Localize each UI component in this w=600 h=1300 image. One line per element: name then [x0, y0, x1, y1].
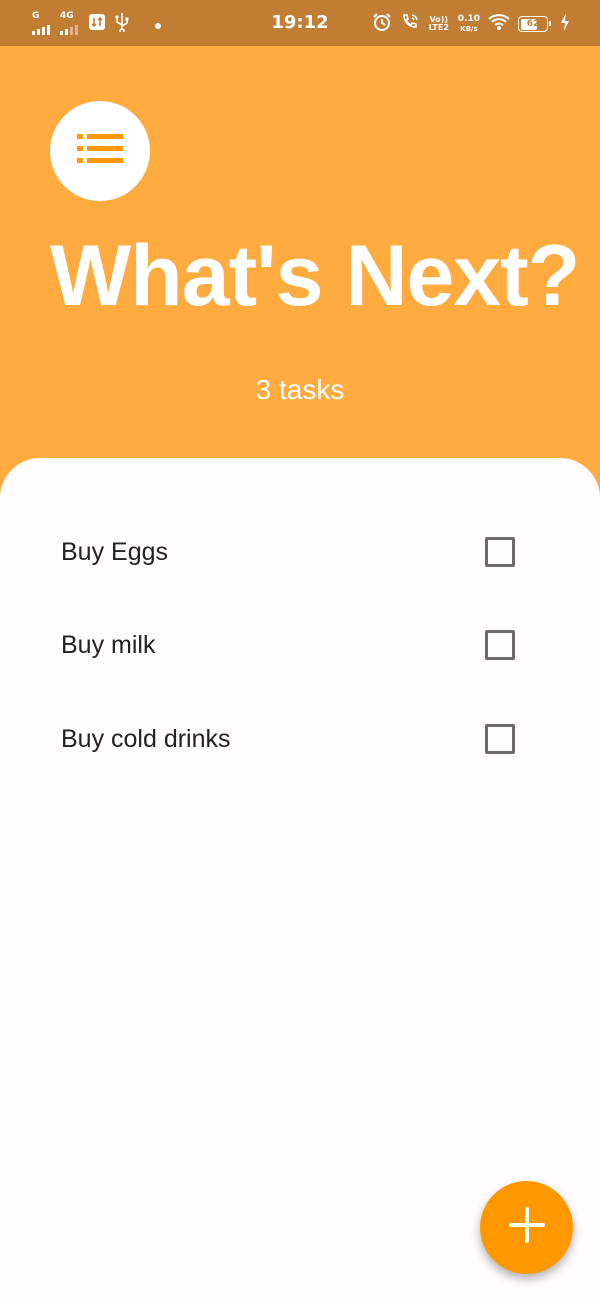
task-checkbox[interactable]	[485, 537, 515, 567]
task-list-card: Buy Eggs Buy milk Buy cold drinks	[0, 458, 600, 1300]
status-bar-right: Vo)) LTE2 0.10 KB/s 62	[372, 12, 570, 36]
list-icon	[77, 133, 123, 169]
task-checkbox[interactable]	[485, 724, 515, 754]
task-label: Buy Eggs	[61, 538, 169, 566]
add-icon	[508, 1206, 546, 1249]
task-count: 3 tasks	[255, 374, 345, 405]
status-bar: G 4G 19:12 Vo)) LTE2 0.10 KB/s 62	[0, 0, 600, 46]
wifi-calling-icon	[400, 12, 420, 36]
task-checkbox[interactable]	[485, 630, 515, 660]
network-speed-value: 0.10	[457, 14, 480, 24]
task-row[interactable]: Buy cold drinks	[0, 709, 600, 769]
alarm-icon	[372, 12, 392, 36]
charging-icon	[560, 13, 570, 35]
list-avatar	[50, 101, 150, 201]
task-label: Buy cold drinks	[61, 725, 231, 753]
battery-level: 62	[526, 19, 540, 29]
task-row[interactable]: Buy Eggs	[0, 522, 600, 582]
add-task-button[interactable]	[480, 1181, 573, 1274]
task-row[interactable]: Buy milk	[0, 615, 600, 675]
page-title: What's Next?	[50, 228, 580, 324]
network-speed-unit: KB/s	[460, 25, 478, 33]
header: What's Next? 3 tasks	[0, 46, 600, 496]
volte-icon: Vo)) LTE2	[428, 16, 450, 32]
wifi-icon	[488, 13, 510, 35]
volte-label: Vo)) LTE2	[428, 15, 449, 32]
battery-icon: 62	[518, 16, 551, 32]
task-label: Buy milk	[61, 631, 156, 659]
network-speed: 0.10 KB/s	[457, 14, 480, 34]
